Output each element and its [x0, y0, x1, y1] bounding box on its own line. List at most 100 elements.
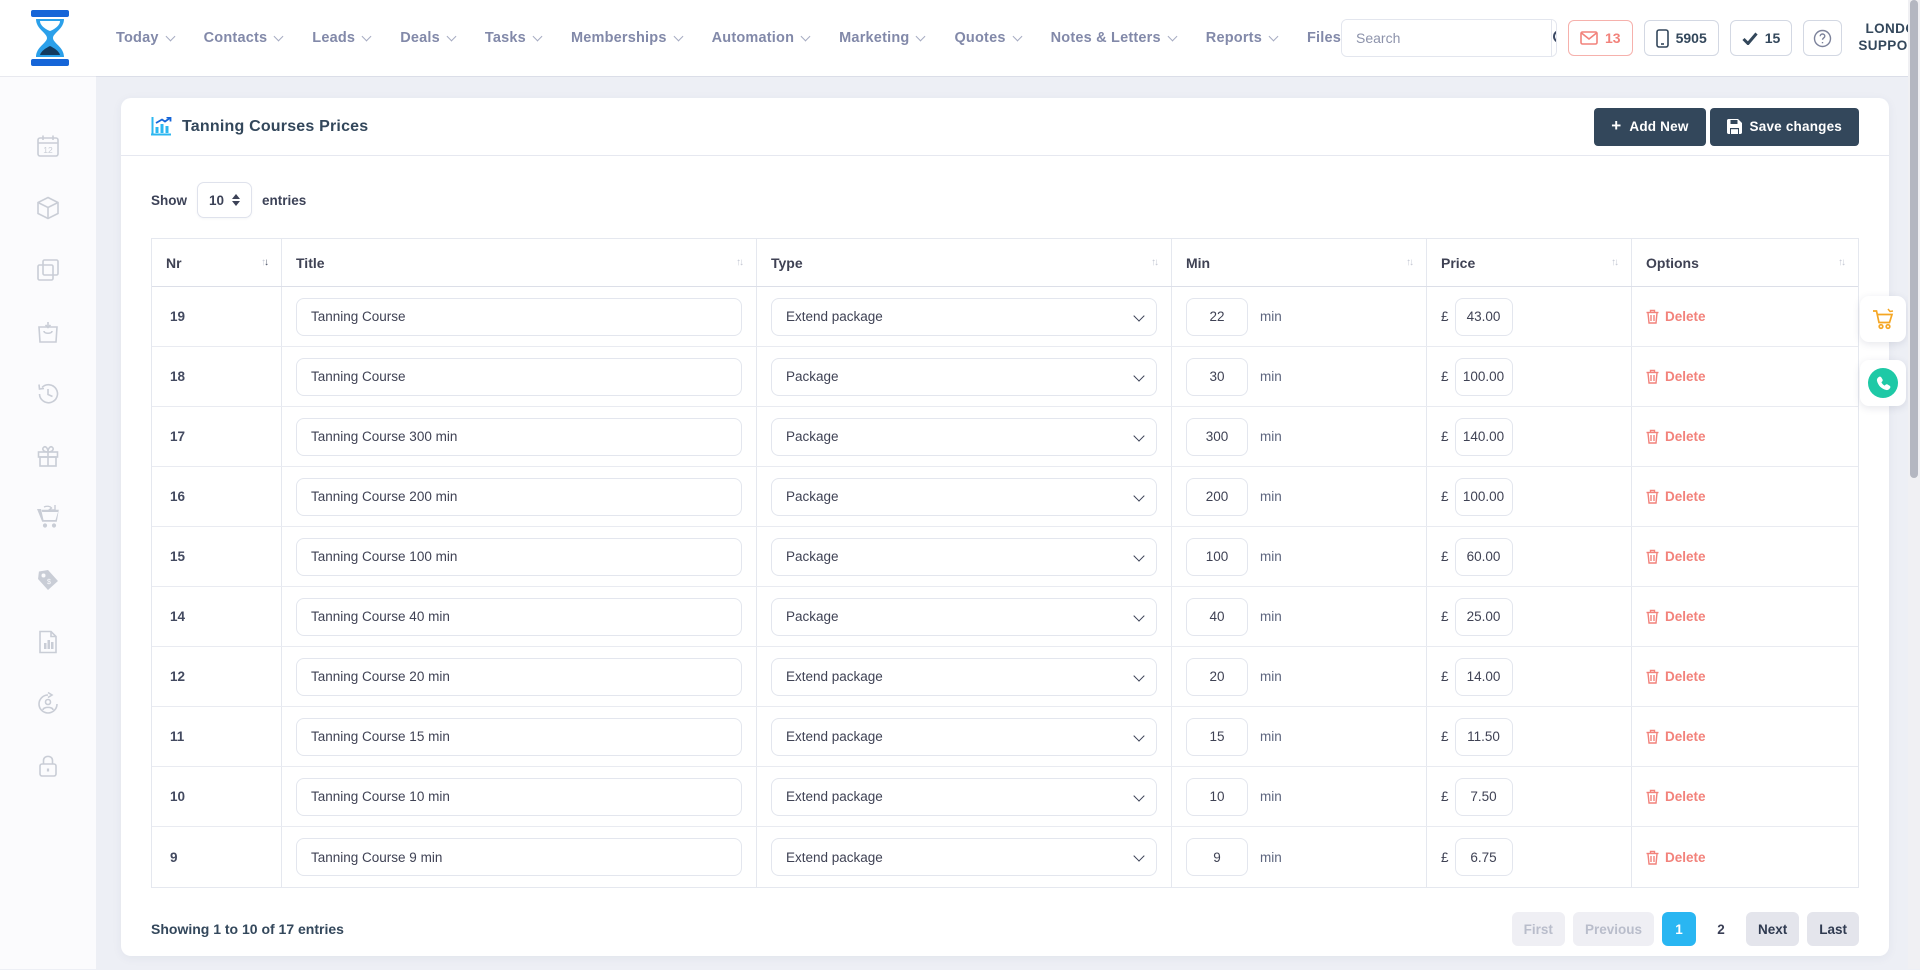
floating-call-button[interactable] — [1860, 360, 1906, 406]
price-input[interactable] — [1455, 838, 1513, 876]
type-select[interactable]: Extend packagePackage — [771, 838, 1157, 876]
gift-icon[interactable] — [34, 442, 62, 470]
title-input[interactable] — [296, 778, 742, 816]
search-icon[interactable] — [1551, 20, 1557, 56]
history-icon[interactable] — [34, 380, 62, 408]
column-header-title[interactable]: Title ↑↓ — [282, 239, 757, 286]
mail-badge[interactable]: 13 — [1568, 20, 1633, 56]
price-input[interactable] — [1455, 298, 1513, 336]
nav-item-marketing[interactable]: Marketing — [839, 30, 924, 46]
pagination-page-2[interactable]: 2 — [1704, 912, 1738, 946]
column-header-price[interactable]: Price ↑↓ — [1427, 239, 1632, 286]
min-input[interactable] — [1186, 538, 1248, 576]
account-icon[interactable] — [34, 690, 62, 718]
type-select[interactable]: Extend packagePackage — [771, 418, 1157, 456]
delete-button[interactable]: Delete — [1646, 549, 1706, 564]
type-select[interactable]: Extend packagePackage — [771, 538, 1157, 576]
pagination-next-button[interactable]: Next — [1746, 912, 1799, 946]
nav-item-deals[interactable]: Deals — [400, 30, 455, 46]
nav-item-contacts[interactable]: Contacts — [204, 30, 283, 46]
title-input[interactable] — [296, 538, 742, 576]
lock-icon[interactable] — [34, 752, 62, 780]
min-input[interactable] — [1186, 598, 1248, 636]
cart-icon[interactable] — [34, 504, 62, 532]
delete-button[interactable]: Delete — [1646, 369, 1706, 384]
nav-item-reports[interactable]: Reports — [1206, 30, 1277, 46]
nav-item-files[interactable]: Files — [1307, 30, 1341, 46]
calendar-icon[interactable]: 12 — [34, 132, 62, 160]
type-select[interactable]: Extend packagePackage — [771, 778, 1157, 816]
search-input[interactable] — [1342, 20, 1551, 56]
price-input[interactable] — [1455, 478, 1513, 516]
title-input[interactable] — [296, 718, 742, 756]
title-input[interactable] — [296, 478, 742, 516]
floating-cart-button[interactable] — [1860, 296, 1906, 342]
min-input[interactable] — [1186, 778, 1248, 816]
column-header-min[interactable]: Min ↑↓ — [1172, 239, 1427, 286]
delete-button[interactable]: Delete — [1646, 489, 1706, 504]
delete-button[interactable]: Delete — [1646, 429, 1706, 444]
price-input[interactable] — [1455, 778, 1513, 816]
package-icon[interactable] — [34, 194, 62, 222]
nav-item-leads[interactable]: Leads — [312, 30, 370, 46]
copy-icon[interactable] — [34, 256, 62, 284]
min-input[interactable] — [1186, 298, 1248, 336]
min-input[interactable] — [1186, 358, 1248, 396]
column-header-type[interactable]: Type ↑↓ — [757, 239, 1172, 286]
scrollbar-thumb[interactable] — [1910, 0, 1918, 478]
column-header-nr[interactable]: Nr ↑↓ — [152, 239, 282, 286]
type-select[interactable]: Extend packagePackage — [771, 658, 1157, 696]
tasks-badge[interactable]: 15 — [1730, 20, 1793, 56]
type-select[interactable]: Extend packagePackage — [771, 598, 1157, 636]
min-input[interactable] — [1186, 418, 1248, 456]
price-input[interactable] — [1455, 718, 1513, 756]
price-tag-icon[interactable]: $ — [34, 566, 62, 594]
delete-button[interactable]: Delete — [1646, 309, 1706, 324]
type-select[interactable]: Extend packagePackage — [771, 298, 1157, 336]
min-input[interactable] — [1186, 718, 1248, 756]
top-navbar: Today Contacts Leads Deals Tasks Members… — [0, 0, 1920, 76]
nav-item-automation[interactable]: Automation — [712, 30, 810, 46]
delete-button[interactable]: Delete — [1646, 669, 1706, 684]
report-icon[interactable] — [34, 628, 62, 656]
title-input[interactable] — [296, 298, 742, 336]
delete-button[interactable]: Delete — [1646, 789, 1706, 804]
price-input[interactable] — [1455, 418, 1513, 456]
page-scrollbar[interactable] — [1908, 0, 1920, 969]
nav-item-quotes[interactable]: Quotes — [954, 30, 1020, 46]
help-button[interactable] — [1803, 20, 1842, 56]
column-header-options[interactable]: Options ↑↓ — [1632, 239, 1858, 286]
title-input[interactable] — [296, 598, 742, 636]
price-input[interactable] — [1455, 658, 1513, 696]
pagination-previous-button[interactable]: Previous — [1573, 912, 1654, 946]
app-logo-hourglass-icon[interactable] — [26, 10, 74, 66]
price-input[interactable] — [1455, 538, 1513, 576]
delete-button[interactable]: Delete — [1646, 729, 1706, 744]
price-input[interactable] — [1455, 598, 1513, 636]
save-changes-button[interactable]: Save changes — [1710, 108, 1859, 146]
min-input[interactable] — [1186, 478, 1248, 516]
delete-button[interactable]: Delete — [1646, 609, 1706, 624]
page-size-select[interactable]: 10 — [197, 182, 252, 218]
min-input[interactable] — [1186, 658, 1248, 696]
nav-item-tasks[interactable]: Tasks — [485, 30, 541, 46]
title-input[interactable] — [296, 418, 742, 456]
delete-button[interactable]: Delete — [1646, 850, 1706, 865]
type-select[interactable]: Extend packagePackage — [771, 718, 1157, 756]
pagination-first-button[interactable]: First — [1512, 912, 1565, 946]
pagination-last-button[interactable]: Last — [1807, 912, 1859, 946]
title-input[interactable] — [296, 658, 742, 696]
title-input[interactable] — [296, 358, 742, 396]
shopping-bag-icon[interactable] — [34, 318, 62, 346]
nav-item-today[interactable]: Today — [116, 30, 174, 46]
nav-item-memberships[interactable]: Memberships — [571, 30, 682, 46]
title-input[interactable] — [296, 838, 742, 876]
nav-item-notes-letters[interactable]: Notes & Letters — [1051, 30, 1176, 46]
add-new-button[interactable]: + Add New — [1594, 108, 1705, 146]
price-input[interactable] — [1455, 358, 1513, 396]
min-input[interactable] — [1186, 838, 1248, 876]
pagination-page-1[interactable]: 1 — [1662, 912, 1696, 946]
phone-badge[interactable]: 5905 — [1644, 20, 1719, 56]
type-select[interactable]: Extend packagePackage — [771, 358, 1157, 396]
type-select[interactable]: Extend packagePackage — [771, 478, 1157, 516]
